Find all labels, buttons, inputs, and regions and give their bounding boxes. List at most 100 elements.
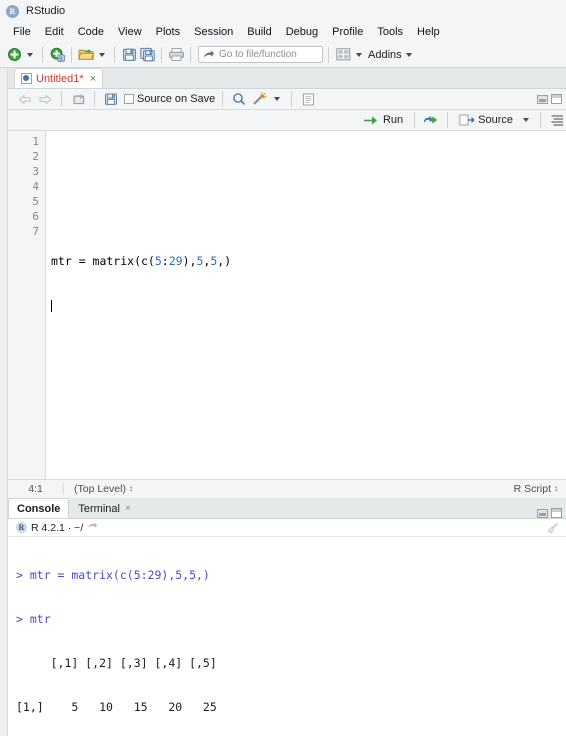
tab-console-label: Console [17, 502, 61, 515]
source-editor-body[interactable]: 1 2 3 4 5 6 7 mtr = matrix(c(5:29),5,5,) [8, 131, 566, 479]
toolbar-divider-4 [161, 46, 162, 63]
menu-help[interactable]: Help [410, 24, 447, 40]
pane-wrapper: Untitled1* × Source on Save Run Source 1… [0, 68, 566, 736]
show-in-new-window-icon[interactable] [69, 90, 87, 108]
print-icon[interactable] [167, 46, 185, 64]
document-outline-icon[interactable] [548, 111, 566, 129]
line-number: 5 [32, 195, 39, 208]
new-file-dropdown-caret-icon[interactable] [27, 52, 33, 57]
menu-debug[interactable]: Debug [279, 24, 325, 40]
console-window-controls [537, 508, 562, 518]
save-icon[interactable] [102, 90, 120, 108]
new-project-icon[interactable]: R [48, 46, 66, 64]
file-type-selector[interactable]: R Script ↕ [514, 483, 566, 495]
menu-session[interactable]: Session [187, 24, 240, 40]
toolbar-divider-2 [71, 46, 72, 63]
re-run-icon[interactable] [422, 111, 440, 129]
open-folder-icon[interactable] [77, 46, 95, 64]
code-scope-selector[interactable]: (Top Level) ↕ [64, 483, 133, 495]
main-toolbar: R Go to file/function Addins [0, 42, 566, 68]
goto-file-function-input[interactable]: Go to file/function [198, 46, 323, 63]
source-button[interactable]: Source [455, 111, 517, 129]
source-on-save-label: Source on Save [137, 93, 216, 105]
goto-placeholder-text: Go to file/function [219, 49, 297, 60]
source-window-controls [537, 94, 562, 104]
magnifier-icon[interactable] [230, 90, 248, 108]
console-line: > mtr = matrix(c(5:29),5,5,) [16, 568, 210, 583]
source-tab-untitled1[interactable]: Untitled1* × [14, 68, 104, 88]
line-number: 4 [32, 180, 39, 193]
source-caret-icon[interactable] [523, 118, 529, 122]
console-output[interactable]: > mtr = matrix(c(5:29),5,5,) > mtr [,1] … [8, 537, 566, 736]
line-number: 7 [32, 225, 39, 238]
toolbar-divider-5 [190, 46, 191, 63]
close-icon[interactable]: × [90, 73, 96, 85]
code-token-plain: ), [182, 254, 197, 268]
addins-button[interactable]: Addins [368, 49, 402, 61]
menu-bar: File Edit Code View Plots Session Build … [0, 22, 566, 42]
run-button[interactable]: Run [359, 111, 407, 129]
menu-view[interactable]: View [111, 24, 149, 40]
back-arrow-icon[interactable] [16, 90, 34, 108]
rstudio-logo-icon: R [6, 4, 19, 18]
toolbar-divider-3 [114, 46, 115, 63]
menu-build[interactable]: Build [240, 24, 278, 40]
code-tools-wand-icon[interactable] [250, 90, 268, 108]
run-icon [363, 115, 380, 126]
source-toolbar-divider-2 [94, 91, 95, 107]
source-tab-strip: Untitled1* × [8, 68, 566, 89]
code-tools-caret-icon[interactable] [274, 97, 281, 101]
app-title: RStudio [26, 5, 66, 17]
line-number: 6 [32, 210, 39, 223]
line-number: 3 [32, 165, 39, 178]
run-toolbar-divider-2 [447, 112, 449, 128]
tab-console[interactable]: Console [8, 498, 70, 518]
line-number-gutter: 1 2 3 4 5 6 7 [8, 131, 46, 479]
code-scope-label: (Top Level) [74, 483, 126, 495]
menu-plots[interactable]: Plots [149, 24, 187, 40]
addins-caret-icon[interactable] [405, 52, 412, 57]
save-all-icon[interactable] [138, 46, 156, 64]
maximize-icon[interactable] [551, 508, 562, 518]
minimize-icon[interactable] [537, 94, 548, 104]
forward-arrow-icon[interactable] [36, 90, 54, 108]
close-icon[interactable]: × [125, 503, 131, 514]
line-number: 2 [32, 150, 39, 163]
source-pane: Untitled1* × Source on Save Run Source 1… [8, 68, 566, 498]
maximize-icon[interactable] [551, 94, 562, 104]
console-pane: Console Terminal × R R 4.2.1 · ~/ > mtr … [8, 498, 566, 736]
code-token-plain: mtr = matrix(c( [51, 254, 155, 268]
menu-code[interactable]: Code [71, 24, 111, 40]
save-icon[interactable] [120, 46, 138, 64]
console-line: [,1] [,2] [,3] [,4] [,5] [16, 655, 217, 670]
menu-edit[interactable]: Edit [38, 24, 71, 40]
new-file-icon[interactable] [5, 46, 23, 64]
minimize-icon[interactable] [537, 508, 548, 518]
workspace-panes-icon[interactable] [334, 46, 352, 64]
code-text-area[interactable]: mtr = matrix(c(5:29),5,5,) [46, 131, 566, 479]
tab-terminal[interactable]: Terminal × [69, 498, 139, 518]
r-document-icon [21, 73, 32, 84]
left-pane-gutter [0, 68, 8, 736]
run-label: Run [382, 114, 404, 126]
source-on-save-checkbox[interactable] [124, 94, 134, 104]
console-session-label: R 4.2.1 · ~/ [31, 521, 84, 534]
session-popout-icon[interactable] [87, 523, 98, 532]
run-toolbar-divider-1 [414, 112, 416, 128]
menu-tools[interactable]: Tools [370, 24, 410, 40]
menu-profile[interactable]: Profile [325, 24, 370, 40]
cursor-position: 4:1 [8, 483, 64, 495]
file-type-label: R Script [513, 483, 551, 495]
code-token-number: 5 [154, 254, 162, 268]
chevron-updown-icon: ↕ [128, 484, 133, 493]
source-icon [459, 114, 475, 126]
menu-file[interactable]: File [6, 24, 38, 40]
open-folder-dropdown-caret-icon[interactable] [99, 52, 105, 57]
clear-console-broom-icon[interactable] [544, 522, 558, 534]
source-tab-label: Untitled1* [36, 72, 84, 85]
source-on-save-toggle[interactable]: Source on Save [124, 93, 215, 105]
workspace-panes-caret-icon[interactable] [356, 52, 362, 57]
compile-report-icon[interactable] [299, 90, 317, 108]
